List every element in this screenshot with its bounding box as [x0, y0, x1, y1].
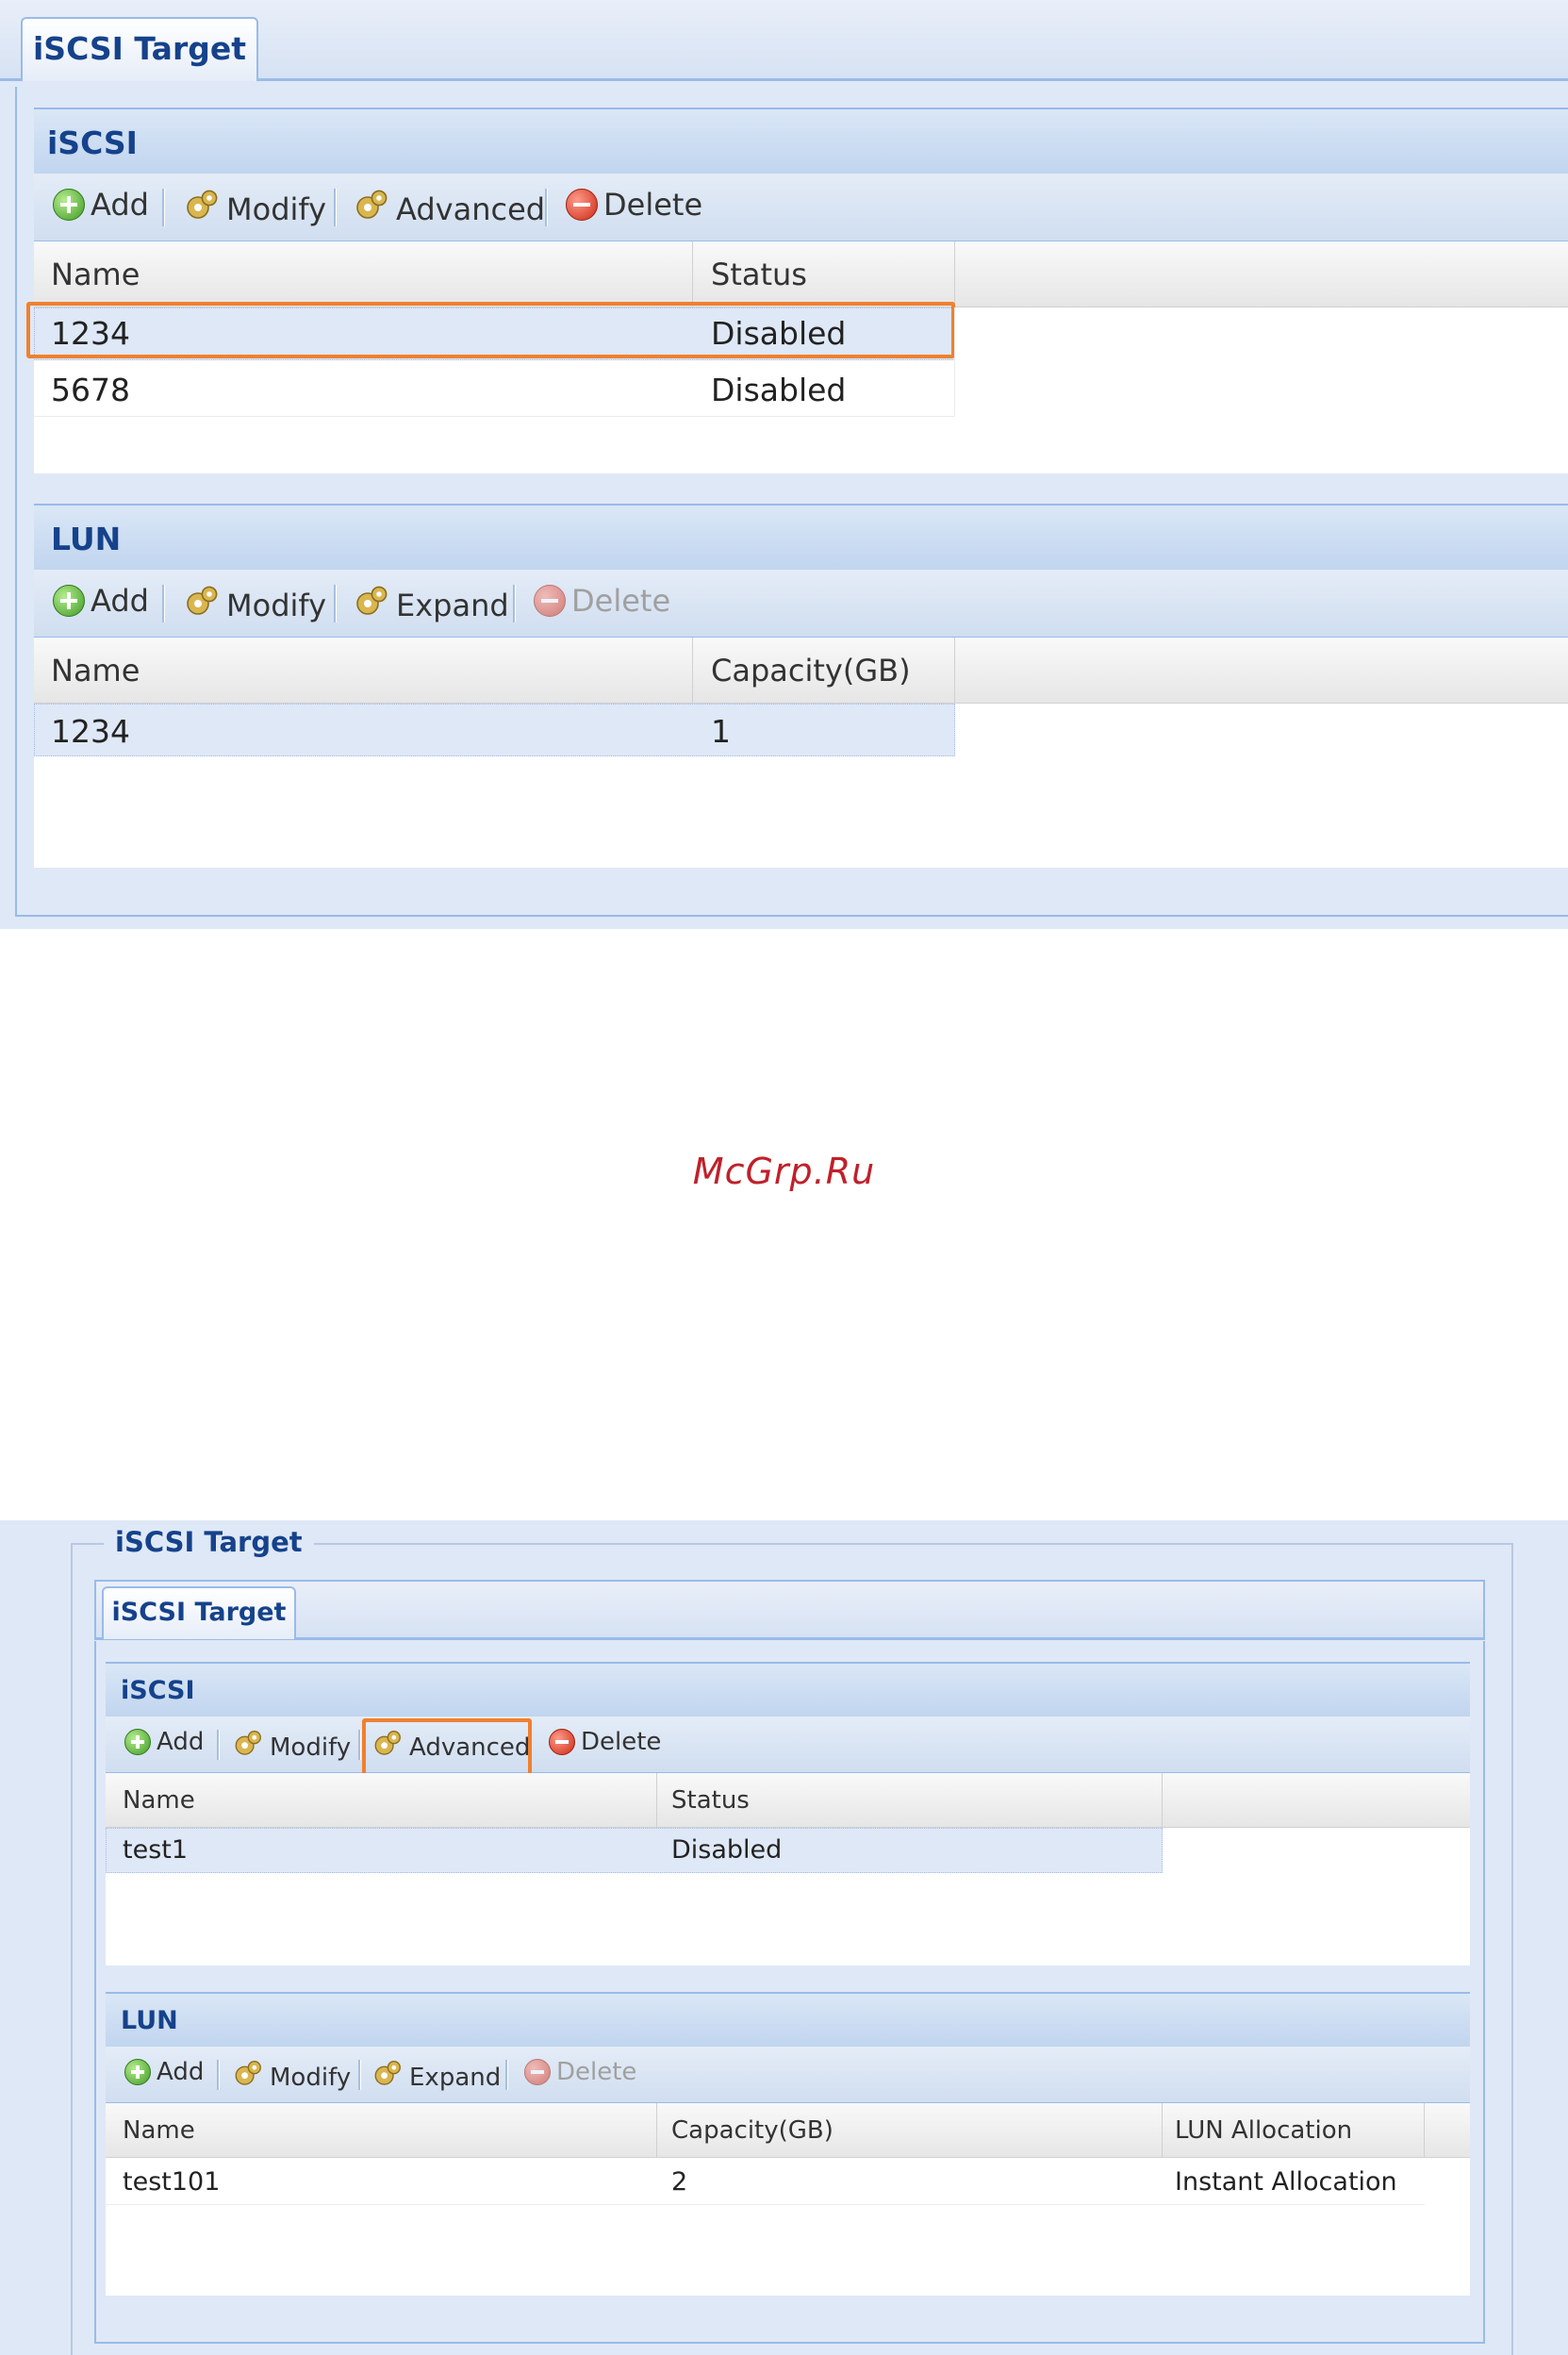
- table-cell: test1: [123, 1835, 189, 1865]
- delete-icon: [566, 189, 598, 221]
- lun-grid-header: Name Capacity(GB) LUN Allocation: [106, 2103, 1470, 2158]
- column-header-capacity[interactable]: Capacity(GB): [711, 653, 911, 688]
- iscsi-toolbar: Add Modify Advanced Delete: [106, 1716, 1470, 1773]
- lun-grid-header: Name Capacity(GB): [34, 638, 1568, 704]
- tab-iscsi-target[interactable]: iSCSI Target: [21, 17, 258, 81]
- column-header-status[interactable]: Status: [711, 257, 807, 292]
- table-cell: 1234: [51, 713, 130, 750]
- column-header-name[interactable]: Name: [51, 653, 140, 688]
- toolbar-separator: [513, 585, 516, 622]
- lun-section-header: LUN: [106, 1992, 1470, 2047]
- table-cell: 1: [711, 713, 731, 750]
- iscsi-delete-button[interactable]: Delete: [549, 1728, 661, 1756]
- gear-icon: [353, 583, 390, 628]
- highlight-box: [26, 302, 955, 358]
- table-cell: 2: [671, 2167, 688, 2197]
- iscsi-modify-button[interactable]: Modify: [232, 1728, 351, 1766]
- iscsi-add-button[interactable]: Add: [53, 187, 149, 223]
- column-divider: [1424, 2103, 1425, 2158]
- gear-icon: [232, 2058, 264, 2097]
- lun-modify-button[interactable]: Modify: [183, 583, 326, 628]
- lun-delete-button[interactable]: Delete: [524, 2058, 636, 2086]
- column-divider: [656, 2103, 657, 2158]
- toolbar-separator: [505, 2060, 508, 2090]
- add-icon: [53, 585, 85, 617]
- column-divider: [954, 638, 955, 704]
- gear-icon: [353, 187, 390, 232]
- iscsi-grid-header: Name Status: [34, 241, 1568, 307]
- table-cell: Instant Allocation: [1175, 2167, 1397, 2197]
- column-header-name[interactable]: Name: [123, 1786, 195, 1815]
- tab-iscsi-target[interactable]: iSCSI Target: [102, 1586, 296, 1639]
- table-cell: test101: [123, 2167, 221, 2197]
- lun-add-button[interactable]: Add: [124, 2058, 204, 2086]
- toolbar-separator: [358, 2060, 361, 2090]
- iscsi-section-header: iSCSI: [34, 108, 1568, 174]
- column-divider: [954, 241, 955, 307]
- toolbar-separator: [162, 189, 165, 226]
- gear-icon: [371, 2058, 404, 2097]
- table-row[interactable]: [34, 704, 955, 756]
- add-icon: [124, 1729, 151, 1755]
- delete-icon: [534, 585, 566, 617]
- lun-toolbar: Add Modify Expand Delete: [34, 570, 1568, 638]
- delete-icon: [524, 2059, 551, 2085]
- iscsi-toolbar: Add Modify Advanced Delete: [34, 174, 1568, 241]
- toolbar-separator: [334, 189, 337, 226]
- add-icon: [124, 2059, 151, 2085]
- column-header-name[interactable]: Name: [123, 2116, 195, 2145]
- lun-add-button[interactable]: Add: [53, 583, 149, 619]
- column-divider: [1162, 1773, 1163, 1828]
- table-cell: Disabled: [711, 372, 847, 408]
- toolbar-separator: [162, 585, 165, 622]
- iscsi-advanced-button[interactable]: Advanced: [353, 187, 545, 232]
- table-cell: 5678: [51, 372, 130, 408]
- toolbar-separator: [334, 585, 337, 622]
- column-header-lun-allocation[interactable]: LUN Allocation: [1175, 2116, 1352, 2145]
- lun-modify-button[interactable]: Modify: [232, 2058, 351, 2097]
- column-header-status[interactable]: Status: [671, 1786, 750, 1815]
- toolbar-separator: [358, 1730, 361, 1760]
- column-divider: [656, 1773, 657, 1828]
- iscsi-grid-header: Name Status: [106, 1773, 1470, 1828]
- lun-expand-button[interactable]: Expand: [371, 2058, 501, 2097]
- toolbar-separator: [217, 2060, 220, 2090]
- iscsi-section-header: iSCSI: [106, 1662, 1470, 1716]
- iscsi-add-button[interactable]: Add: [124, 1728, 204, 1756]
- table-cell: Disabled: [671, 1835, 783, 1865]
- highlight-box: [362, 1718, 532, 1779]
- lun-expand-button[interactable]: Expand: [353, 583, 509, 628]
- column-divider: [692, 241, 693, 307]
- lun-section-header: LUN: [34, 504, 1568, 570]
- table-row[interactable]: [106, 1828, 1163, 1873]
- toolbar-separator: [217, 1730, 220, 1760]
- column-divider: [1162, 2103, 1163, 2158]
- iscsi-delete-button[interactable]: Delete: [566, 187, 702, 223]
- iscsi-modify-button[interactable]: Modify: [183, 187, 326, 232]
- gear-icon: [183, 187, 221, 232]
- watermark-text: McGrp.Ru: [692, 1151, 876, 1192]
- lun-delete-button[interactable]: Delete: [534, 583, 670, 619]
- column-divider: [954, 307, 955, 417]
- lun-toolbar: Add Modify Expand Delete: [106, 2047, 1470, 2103]
- column-divider: [692, 638, 693, 704]
- column-header-capacity[interactable]: Capacity(GB): [671, 2116, 834, 2145]
- delete-icon: [549, 1729, 575, 1755]
- gear-icon: [183, 583, 221, 628]
- add-icon: [53, 189, 85, 221]
- gear-icon: [232, 1728, 264, 1766]
- fieldset-legend: iSCSI Target: [104, 1526, 314, 1558]
- tab-strip: [94, 1580, 1485, 1640]
- toolbar-separator: [545, 189, 548, 226]
- column-header-name[interactable]: Name: [51, 257, 140, 292]
